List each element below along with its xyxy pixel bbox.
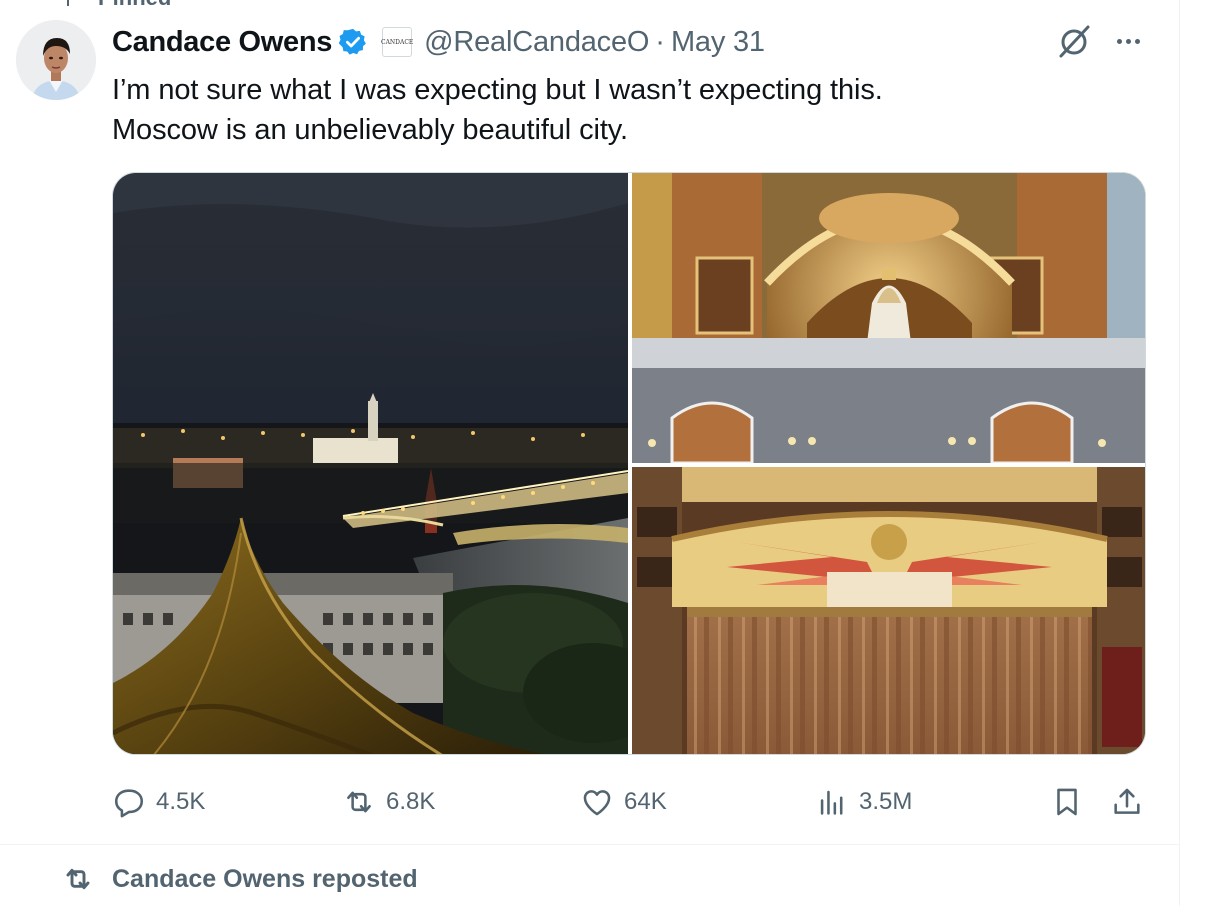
more-icon[interactable] bbox=[1110, 26, 1146, 56]
header-separator: · bbox=[655, 25, 665, 58]
reply-icon bbox=[114, 789, 144, 818]
views-count: 3.5M bbox=[859, 788, 913, 815]
affiliation-badge[interactable]: CANDACE bbox=[381, 27, 414, 57]
tweet-media-grid bbox=[112, 172, 1146, 755]
reply-count: 4.5K bbox=[156, 788, 206, 815]
media-photo-cathedral[interactable] bbox=[632, 173, 1145, 463]
timeline-divider bbox=[0, 844, 1179, 845]
repost-context-label[interactable]: Candace Owens reposted bbox=[112, 865, 418, 894]
tweet-date[interactable]: May 31 bbox=[671, 26, 765, 59]
share-icon bbox=[1114, 788, 1140, 814]
pin-icon bbox=[67, 0, 69, 6]
like-count: 64K bbox=[624, 788, 667, 815]
column-border bbox=[1179, 0, 1180, 906]
bookmark-button[interactable] bbox=[1050, 780, 1084, 824]
avatar-image bbox=[16, 20, 96, 100]
bookmark-icon bbox=[1057, 788, 1077, 816]
tweet-text-line-1: I’m not sure what I was expecting but I … bbox=[112, 74, 883, 106]
tweet-header: Candace Owens CANDACE @RealCandaceO · Ma… bbox=[112, 22, 765, 62]
tweet-text: I’m not sure what I was expecting but I … bbox=[112, 70, 1162, 150]
tweet-actions-bar: 4.5K 6.8K 64K 3.5M bbox=[0, 780, 1180, 824]
like-icon bbox=[583, 790, 611, 816]
views-button[interactable]: 3.5M bbox=[815, 780, 912, 824]
repost-icon bbox=[347, 791, 371, 813]
pinned-label: Pinned bbox=[98, 0, 171, 11]
author-handle[interactable]: @RealCandaceO bbox=[424, 26, 649, 59]
affiliation-badge-text: CANDACE bbox=[381, 38, 414, 46]
repost-icon bbox=[66, 868, 90, 890]
repost-count: 6.8K bbox=[386, 788, 436, 815]
verified-badge-icon[interactable] bbox=[338, 27, 368, 57]
repost-button[interactable]: 6.8K bbox=[342, 780, 435, 824]
author-name[interactable]: Candace Owens bbox=[112, 26, 332, 59]
author-avatar[interactable] bbox=[16, 20, 96, 100]
reply-button[interactable]: 4.5K bbox=[112, 780, 205, 824]
share-button[interactable] bbox=[1110, 780, 1144, 824]
grok-icon[interactable] bbox=[1055, 22, 1093, 60]
media-photo-theatre[interactable] bbox=[632, 467, 1145, 754]
tweet-text-line-2: Moscow is an unbelievably beautiful city… bbox=[112, 114, 629, 146]
media-photo-moscow-night[interactable] bbox=[113, 173, 628, 754]
like-button[interactable]: 64K bbox=[580, 780, 667, 824]
pinned-indicator: Pinned bbox=[60, 0, 171, 11]
repost-context: Candace Owens reposted bbox=[62, 862, 418, 896]
views-icon bbox=[820, 790, 843, 815]
